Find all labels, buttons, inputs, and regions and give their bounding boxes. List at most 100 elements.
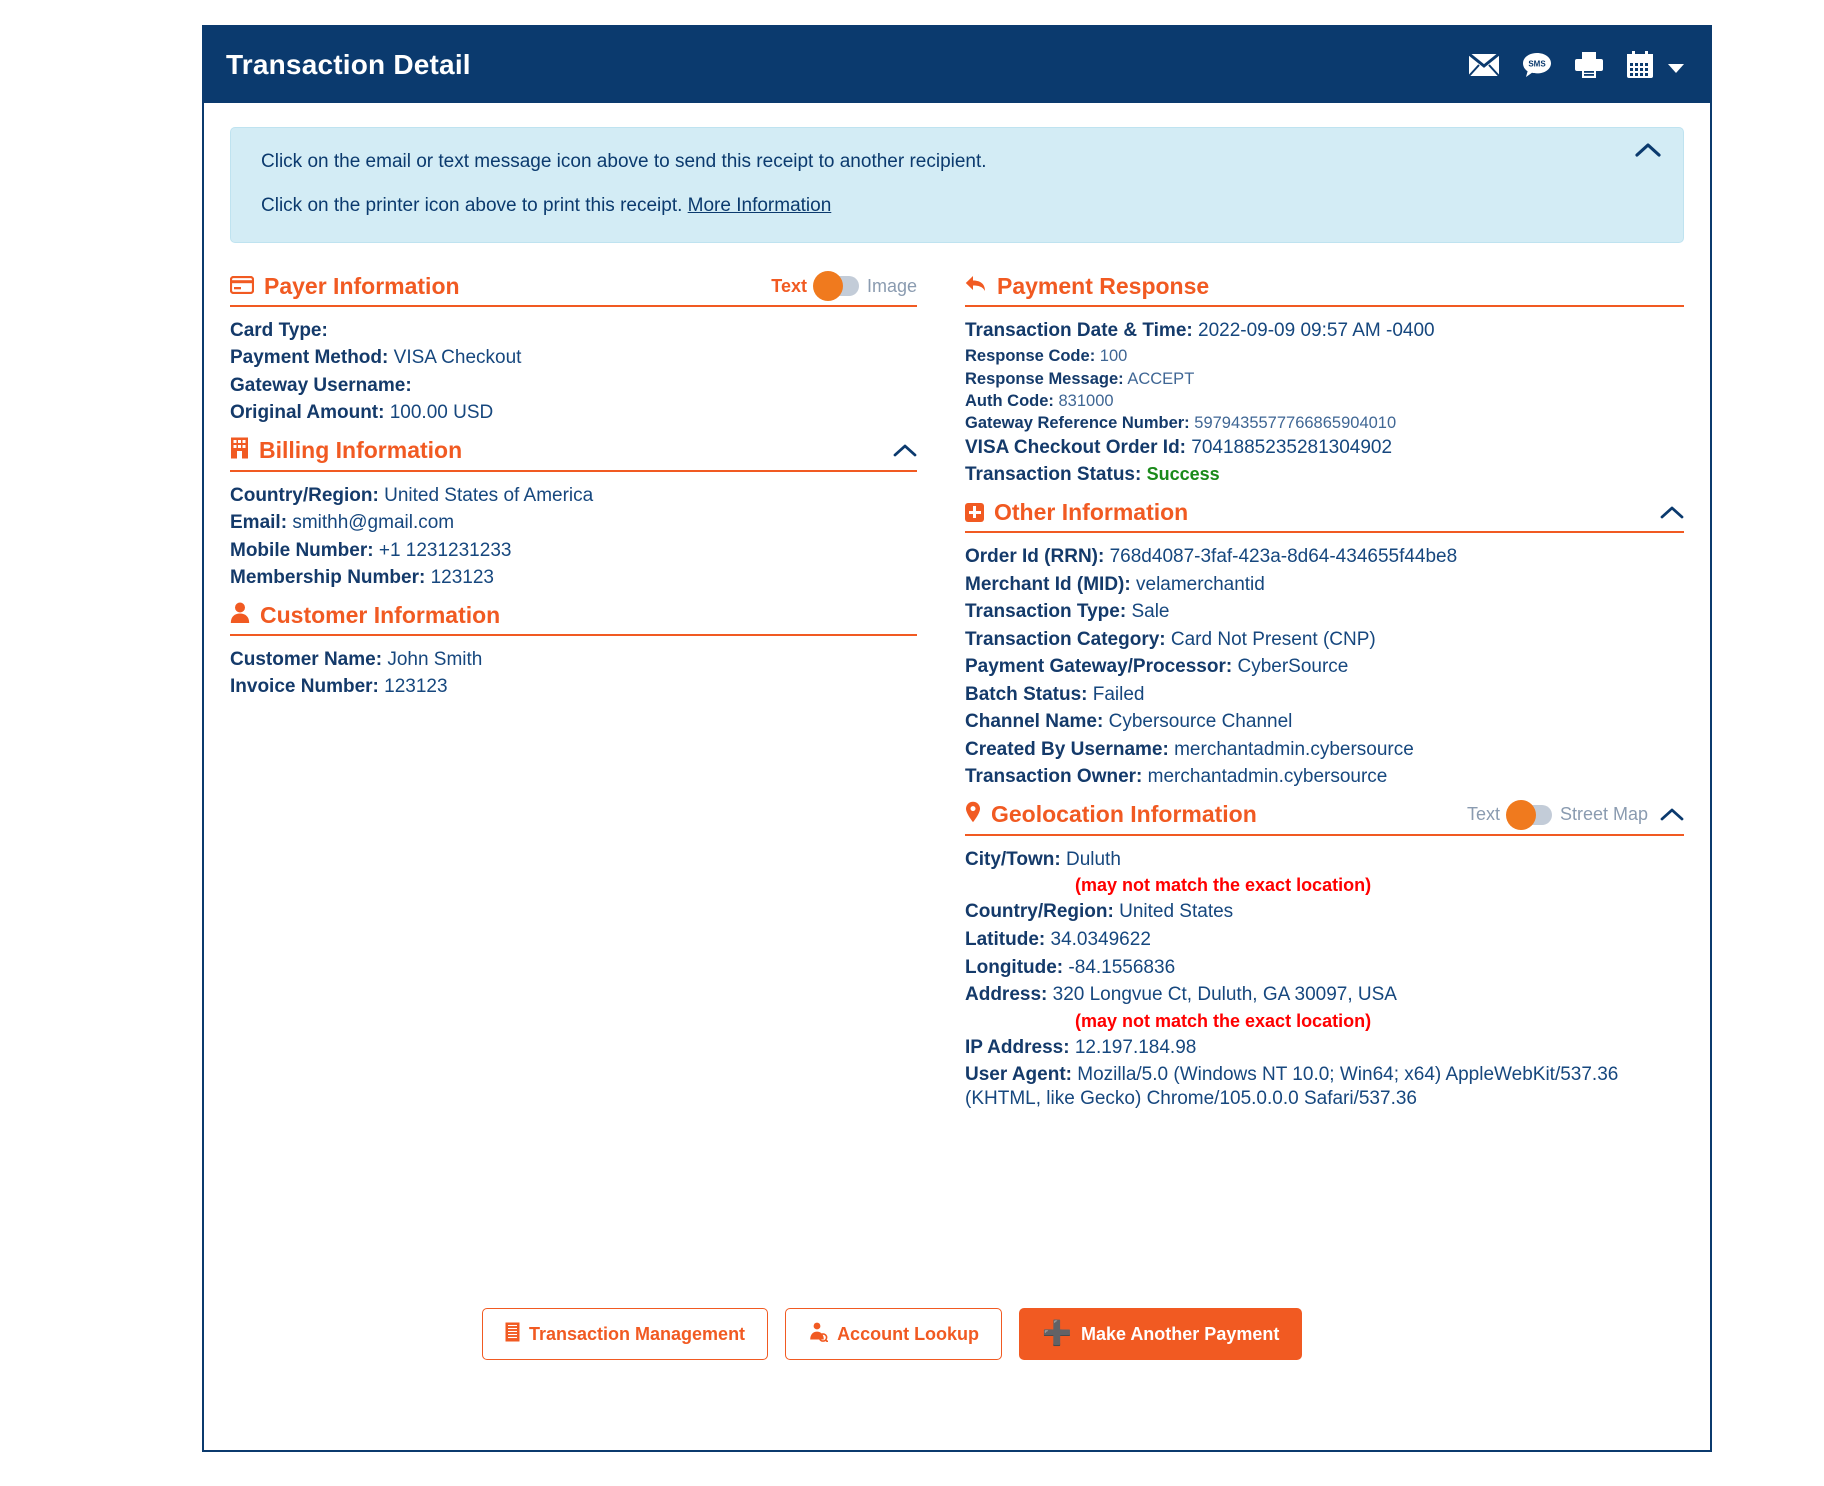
more-information-link[interactable]: More Information [688,195,832,216]
payer-toggle-knob [812,271,843,301]
banner-line-2-text: Click on the printer icon above to print… [261,194,688,216]
field-row: Transaction Owner: merchantadmin.cyberso… [965,765,1684,789]
geolocation-information-header: Geolocation Information Text Street Map [965,799,1684,836]
page-title: Transaction Detail [226,49,471,80]
page-header: Transaction Detail SMS [204,27,1710,103]
billing-information-body: Country/Region: United States of America… [230,472,917,598]
field-value: CyberSource [1237,656,1349,678]
field-row: Card Type: [230,319,917,343]
geolocation-header-actions: Text Street Map [1467,799,1684,830]
reply-arrow-icon [965,273,987,300]
customer-information-label: Customer Information [260,601,501,628]
other-collapse-chevron-up-icon[interactable] [1660,505,1684,520]
field-row: Response Code: 100 [965,346,1684,366]
transaction-management-button[interactable]: Transaction Management [482,1308,769,1360]
payer-information-title-group: Payer Information [229,273,460,300]
field-key: Created By Username: [965,738,1169,760]
section-billing-information: Billing Information Country/Region: Unit… [230,437,917,598]
section-geolocation-information: Geolocation Information Text Street Map [965,799,1684,1118]
field-row: Merchant Id (MID): velamerchantid [965,573,1684,597]
field-row: Channel Name: Cybersource Channel [965,710,1684,734]
field-key: Longitude: [965,956,1064,978]
field-key: VISA Checkout Order Id: [965,436,1186,458]
field-row: Country/Region: United States [965,900,1684,924]
field-row: Invoice Number: 123123 [230,675,917,699]
field-row: Payment Gateway/Processor: CyberSource [965,655,1684,679]
field-row: Address: 320 Longvue Ct, Duluth, GA 3009… [965,983,1684,1007]
billing-collapse-chevron-up-icon[interactable] [893,443,917,458]
payment-response-header: Payment Response [965,273,1684,307]
field-key: Transaction Status: [965,464,1142,486]
status-badge: Success [1146,464,1220,485]
account-lookup-label: Account Lookup [837,1323,980,1344]
field-row: Longitude: -84.1556836 [965,956,1684,980]
field-key: Original Amount: [230,402,385,424]
field-value: Cybersource Channel [1108,711,1293,733]
geolocation-information-title-group: Geolocation Information [965,801,1257,829]
screenshot-root: Transaction Detail SMS Click on the emai… [0,0,1824,1486]
field-row: Gateway Reference Number: 59794355777668… [965,413,1684,433]
field-key: Response Message: [965,369,1124,388]
field-value: smithh@gmail.com [292,512,455,534]
payer-toggle-right-label: Image [866,275,917,296]
field-key: IP Address: [965,1036,1070,1058]
field-key: Gateway Reference Number: [965,414,1190,433]
field-key: Country/Region: [230,484,379,506]
field-key: Payment Gateway/Processor: [965,656,1233,678]
field-value: 831000 [1058,391,1114,410]
geolocation-text-map-toggle[interactable]: Text Street Map [1467,799,1648,830]
field-row: Transaction Type: Sale [965,600,1684,624]
field-row: IP Address: 12.197.184.98 [965,1036,1684,1060]
field-row: Transaction Date & Time: 2022-09-09 09:5… [965,319,1684,343]
geolocation-collapse-chevron-up-icon[interactable] [1660,807,1684,822]
payer-toggle-left-label: Text [771,275,807,296]
field-key: Customer Name: [230,648,383,670]
field-row: Payment Method: VISA Checkout [230,346,917,370]
field-value: United States of America [384,484,594,506]
city-location-disclaimer: (may not match the exact location) [1075,875,1372,896]
banner-collapse-chevron-up-icon[interactable] [1635,142,1661,158]
field-key: User Agent: [965,1064,1072,1086]
email-icon[interactable] [1468,53,1500,77]
plus-square-icon [965,502,984,522]
field-row: Original Amount: 100.00 USD [230,401,917,425]
svg-text:SMS: SMS [1528,60,1546,69]
field-key: Auth Code: [965,391,1054,410]
geolocation-toggle-switch[interactable] [1505,799,1552,830]
account-lookup-button[interactable]: Account Lookup [785,1308,1003,1360]
make-another-payment-button[interactable]: ➕ Make Another Payment [1019,1308,1303,1360]
billing-information-header: Billing Information [230,437,917,472]
field-key: Card Type: [230,319,328,341]
field-key: Latitude: [965,928,1046,950]
section-other-information: Other Information Order Id (RRN): 768d40… [965,499,1684,797]
field-row: Mobile Number: +1 1231231233 [230,539,917,563]
field-value: merchantadmin.cybersource [1174,738,1414,760]
printer-icon[interactable] [1574,51,1604,79]
field-row: Country/Region: United States of America [230,484,917,508]
payer-text-image-toggle[interactable]: Text Image [771,271,917,301]
transaction-management-label: Transaction Management [529,1323,746,1344]
field-value: ACCEPT [1127,369,1195,388]
field-value: Failed [1092,683,1145,705]
payer-toggle-switch[interactable] [812,271,859,301]
sms-icon[interactable]: SMS [1522,52,1552,78]
field-key: Channel Name: [965,711,1104,733]
field-value: 7041885235281304902 [1191,436,1393,458]
billing-header-actions [893,443,917,458]
field-key: Response Code: [965,347,1096,366]
field-key: Transaction Type: [965,601,1127,623]
section-payer-information: Payer Information Text Image Card Type: [229,271,917,433]
geolocation-toggle-knob [1505,799,1536,830]
other-information-header: Other Information [965,499,1684,533]
field-value: 5979435577766865904010 [1194,414,1397,433]
plus-icon: ➕ [1042,1320,1072,1347]
chevron-down-icon[interactable] [1668,63,1684,73]
section-customer-information: Customer Information Customer Name: John… [230,602,917,707]
header-actions: SMS [1468,51,1684,79]
field-row: Order Id (RRN): 768d4087-3faf-423a-8d64-… [965,545,1684,569]
field-row: Created By Username: merchantadmin.cyber… [965,738,1684,762]
calendar-icon[interactable] [1626,51,1654,79]
footer-actions: Transaction Management Account Lookup ➕ … [482,1308,1303,1360]
billing-information-title-group: Billing Information [230,437,462,465]
field-row: Batch Status: Failed [965,683,1684,707]
